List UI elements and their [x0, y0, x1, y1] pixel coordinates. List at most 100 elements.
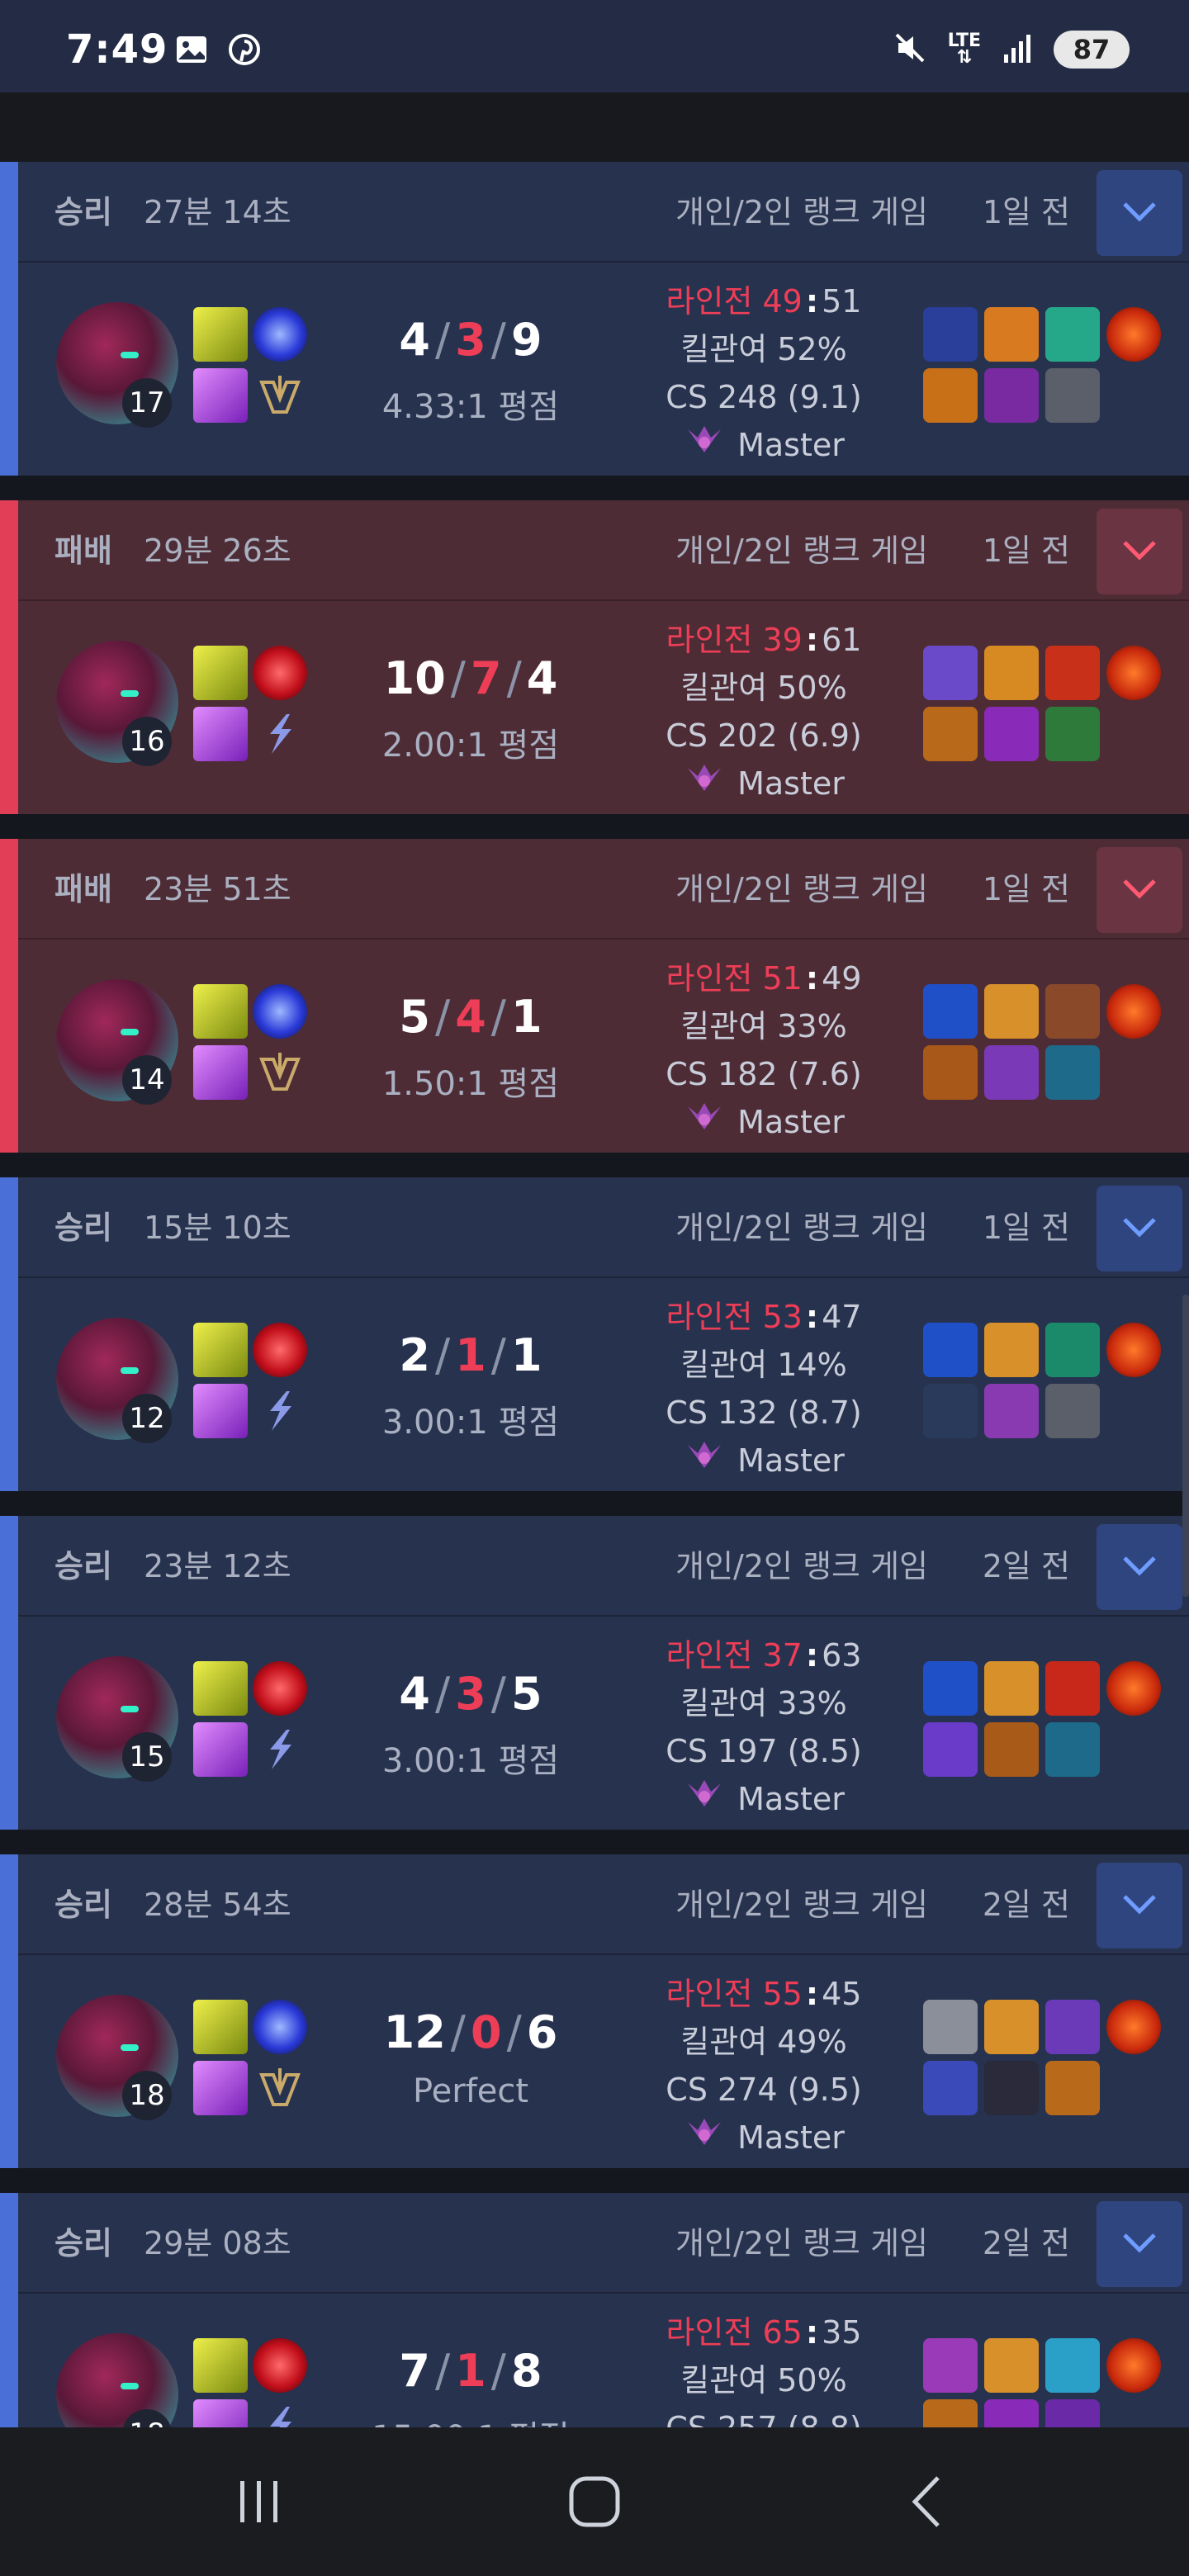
chevron-down-icon	[1120, 2230, 1159, 2258]
item-icon[interactable]	[923, 2061, 978, 2115]
item-icon[interactable]	[984, 368, 1039, 423]
match-header: 패배 29분 26초 개인/2인 랭크 게임 1일 전	[18, 500, 1189, 601]
queue-type: 개인/2인 랭크 게임	[675, 194, 928, 230]
item-icon[interactable]	[1045, 1045, 1100, 1100]
home-icon[interactable]	[545, 2469, 644, 2535]
cs-stat: CS 274 (9.5)	[666, 2072, 862, 2108]
tier-label: Master	[737, 1442, 845, 1479]
master-tier-icon	[683, 2114, 726, 2162]
match-card[interactable]: 패배 29분 26초 개인/2인 랭크 게임 1일 전 16 10/7/4 2.…	[0, 500, 1189, 814]
queue-type: 개인/2인 랭크 게임	[675, 533, 928, 569]
item-icon[interactable]	[1045, 368, 1100, 423]
kill-participation: 킬관여 14%	[680, 1347, 847, 1383]
trinket-icon[interactable]	[1106, 307, 1161, 362]
cs-stat: CS 182 (7.6)	[666, 1056, 862, 1092]
item-icon[interactable]	[923, 368, 978, 423]
match-duration: 29분 26초	[144, 533, 291, 569]
kills: 2	[399, 1329, 430, 1381]
item-icon[interactable]	[923, 307, 978, 362]
expand-button[interactable]	[1097, 1863, 1182, 1949]
item-icon[interactable]	[984, 1323, 1039, 1377]
recents-icon[interactable]	[210, 2469, 309, 2535]
champion-level: 17	[122, 378, 172, 428]
item-icon[interactable]	[984, 984, 1039, 1039]
scrollbar[interactable]	[1182, 1295, 1189, 1597]
item-icon[interactable]	[984, 2061, 1039, 2115]
item-icon[interactable]	[923, 1722, 978, 1777]
flash-spell-icon	[193, 2000, 248, 2054]
trinket-icon[interactable]	[1106, 1323, 1161, 1377]
item-icon[interactable]	[1045, 1384, 1100, 1438]
trinket-icon[interactable]	[1106, 1661, 1161, 1716]
back-icon[interactable]	[879, 2469, 978, 2535]
match-stats: 라인전 55:45 킬관여 49% CS 274 (9.5) Master	[628, 1970, 900, 2162]
item-icon[interactable]	[923, 2338, 978, 2393]
item-icon[interactable]	[923, 2000, 978, 2054]
expand-button[interactable]	[1097, 1186, 1182, 1271]
trinket-icon[interactable]	[1106, 984, 1161, 1039]
item-icon[interactable]	[923, 1323, 978, 1377]
trinket-icon[interactable]	[1106, 2000, 1161, 2054]
item-icon[interactable]	[984, 1722, 1039, 1777]
lane-opponent-score: 47	[822, 1299, 862, 1335]
item-icon[interactable]	[984, 1384, 1039, 1438]
lane-opponent-score: 35	[822, 2314, 862, 2351]
tier-label: Master	[737, 1104, 845, 1140]
expand-button[interactable]	[1097, 170, 1182, 256]
item-icon[interactable]	[984, 646, 1039, 700]
flash-spell-icon	[193, 1661, 248, 1716]
trinket-icon[interactable]	[1106, 2338, 1161, 2393]
item-icon[interactable]	[923, 1661, 978, 1716]
item-icon[interactable]	[923, 646, 978, 700]
item-icon[interactable]	[1045, 707, 1100, 761]
lane-opponent-score: 63	[822, 1637, 862, 1674]
assists: 5	[510, 1668, 542, 1720]
expand-button[interactable]	[1097, 847, 1182, 933]
match-card[interactable]: 승리 28분 54초 개인/2인 랭크 게임 2일 전 18 12/0/6 Pe…	[0, 1854, 1189, 2168]
item-icon[interactable]	[984, 2338, 1039, 2393]
item-icon[interactable]	[984, 707, 1039, 761]
ignite-spell-icon	[253, 2338, 307, 2393]
match-card[interactable]: 승리 23분 12초 개인/2인 랭크 게임 2일 전 15 4/3/5 3.0…	[0, 1516, 1189, 1830]
match-list: 승리 27분 14초 개인/2인 랭크 게임 1일 전 17 4/3/9 4.3…	[0, 162, 1189, 2531]
expand-button[interactable]	[1097, 509, 1182, 594]
match-card[interactable]: 승리 27분 14초 개인/2인 랭크 게임 1일 전 17 4/3/9 4.3…	[0, 162, 1189, 476]
item-icon[interactable]	[1045, 2338, 1100, 2393]
match-result: 패배	[54, 533, 112, 569]
kda: 2/1/1	[399, 1329, 542, 1381]
item-icon[interactable]	[984, 1045, 1039, 1100]
keystone-rune-icon	[193, 1722, 248, 1777]
result-stripe	[0, 1854, 18, 2168]
item-icon[interactable]	[923, 984, 978, 1039]
item-icon[interactable]	[1045, 1722, 1100, 1777]
item-icon[interactable]	[984, 307, 1039, 362]
expand-button[interactable]	[1097, 2201, 1182, 2287]
item-icon[interactable]	[1045, 2061, 1100, 2115]
queue-type: 개인/2인 랭크 게임	[675, 1887, 928, 1923]
item-icon[interactable]	[1045, 646, 1100, 700]
kda: 5/4/1	[399, 991, 542, 1043]
trinket-icon[interactable]	[1106, 646, 1161, 700]
master-tier-icon	[683, 421, 726, 469]
lane-score: 라인전 65	[666, 2314, 803, 2351]
match-result: 승리	[54, 194, 112, 230]
lane-opponent-score: 51	[822, 283, 862, 320]
expand-button[interactable]	[1097, 1524, 1182, 1610]
item-icon[interactable]	[1045, 984, 1100, 1039]
item-icon[interactable]	[1045, 307, 1100, 362]
item-icon[interactable]	[984, 2000, 1039, 2054]
match-card[interactable]: 패배 23분 51초 개인/2인 랭크 게임 1일 전 14 5/4/1 1.5…	[0, 839, 1189, 1153]
kills: 10	[383, 652, 446, 704]
item-icon[interactable]	[923, 1045, 978, 1100]
kda: 12/0/6	[383, 2006, 558, 2058]
item-icon[interactable]	[1045, 2000, 1100, 2054]
tier-label: Master	[737, 2119, 845, 2156]
item-icon[interactable]	[923, 1384, 978, 1438]
item-icon[interactable]	[1045, 1323, 1100, 1377]
match-card[interactable]: 승리 15분 10초 개인/2인 랭크 게임 1일 전 12 2/1/1 3.0…	[0, 1177, 1189, 1491]
item-icon[interactable]	[1045, 1661, 1100, 1716]
item-icon[interactable]	[984, 1661, 1039, 1716]
item-icon[interactable]	[923, 707, 978, 761]
match-duration: 29분 08초	[144, 2225, 291, 2261]
flash-spell-icon	[193, 2338, 248, 2393]
